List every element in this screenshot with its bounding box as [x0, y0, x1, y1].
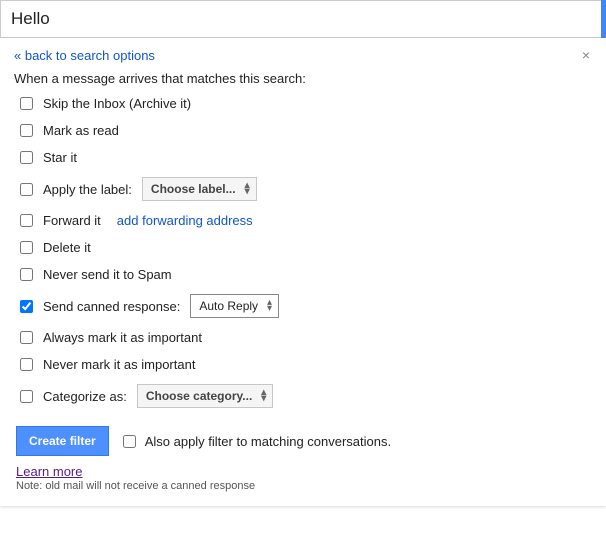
label-canned-response: Send canned response: — [43, 299, 180, 314]
note-text: Note: old mail will not receive a canned… — [16, 480, 592, 492]
option-canned-response: Send canned response: Auto Reply ▴▾ — [20, 294, 592, 318]
checkbox-also-apply[interactable] — [123, 435, 136, 448]
label-also-apply: Also apply filter to matching conversati… — [145, 434, 391, 449]
dropdown-canned-response[interactable]: Auto Reply ▴▾ — [190, 294, 279, 318]
label-star: Star it — [43, 150, 77, 165]
chevron-updown-icon: ▴▾ — [267, 300, 272, 312]
add-forwarding-link[interactable]: add forwarding address — [117, 213, 253, 228]
option-star: Star it — [20, 150, 592, 165]
dropdown-choose-label[interactable]: Choose label... ▴▾ — [142, 177, 257, 201]
checkbox-mark-read[interactable] — [20, 124, 33, 137]
dropdown-categorize[interactable]: Choose category... ▴▾ — [137, 384, 273, 408]
label-mark-read: Mark as read — [43, 123, 119, 138]
intro-text: When a message arrives that matches this… — [14, 71, 592, 86]
back-to-search-link[interactable]: « back to search options — [14, 48, 155, 63]
option-skip-inbox: Skip the Inbox (Archive it) — [20, 96, 592, 111]
label-never-important: Never mark it as important — [43, 357, 195, 372]
label-forward: Forward it — [43, 213, 101, 228]
checkbox-never-important[interactable] — [20, 358, 33, 371]
option-never-spam: Never send it to Spam — [20, 267, 592, 282]
search-query: Hello — [11, 9, 50, 29]
footer-row: Create filter Also apply filter to match… — [16, 426, 592, 456]
checkbox-always-important[interactable] — [20, 331, 33, 344]
search-button-edge[interactable] — [601, 0, 606, 38]
label-delete: Delete it — [43, 240, 91, 255]
filter-panel: × « back to search options When a messag… — [0, 38, 606, 506]
checkbox-forward[interactable] — [20, 214, 33, 227]
learn-more-link[interactable]: Learn more — [16, 464, 82, 479]
chevron-updown-icon: ▴▾ — [261, 390, 266, 402]
chevron-updown-icon: ▴▾ — [245, 183, 250, 195]
dropdown-choose-label-text: Choose label... — [151, 182, 236, 196]
label-skip-inbox: Skip the Inbox (Archive it) — [43, 96, 191, 111]
checkbox-apply-label[interactable] — [20, 183, 33, 196]
label-never-spam: Never send it to Spam — [43, 267, 172, 282]
create-filter-button[interactable]: Create filter — [16, 426, 109, 456]
close-icon[interactable]: × — [582, 48, 590, 62]
option-mark-read: Mark as read — [20, 123, 592, 138]
option-never-important: Never mark it as important — [20, 357, 592, 372]
label-apply-label: Apply the label: — [43, 182, 132, 197]
label-categorize: Categorize as: — [43, 389, 127, 404]
checkbox-star[interactable] — [20, 151, 33, 164]
option-categorize: Categorize as: Choose category... ▴▾ — [20, 384, 592, 408]
option-apply-label: Apply the label: Choose label... ▴▾ — [20, 177, 592, 201]
dropdown-categorize-text: Choose category... — [146, 389, 252, 403]
dropdown-canned-response-text: Auto Reply — [199, 299, 258, 313]
option-delete: Delete it — [20, 240, 592, 255]
option-forward: Forward it add forwarding address — [20, 213, 592, 228]
checkbox-skip-inbox[interactable] — [20, 97, 33, 110]
label-always-important: Always mark it as important — [43, 330, 202, 345]
checkbox-delete[interactable] — [20, 241, 33, 254]
also-apply-wrapper: Also apply filter to matching conversati… — [119, 432, 391, 451]
checkbox-canned-response[interactable] — [20, 300, 33, 313]
search-bar[interactable]: Hello — [0, 0, 606, 38]
checkbox-never-spam[interactable] — [20, 268, 33, 281]
option-always-important: Always mark it as important — [20, 330, 592, 345]
checkbox-categorize[interactable] — [20, 390, 33, 403]
